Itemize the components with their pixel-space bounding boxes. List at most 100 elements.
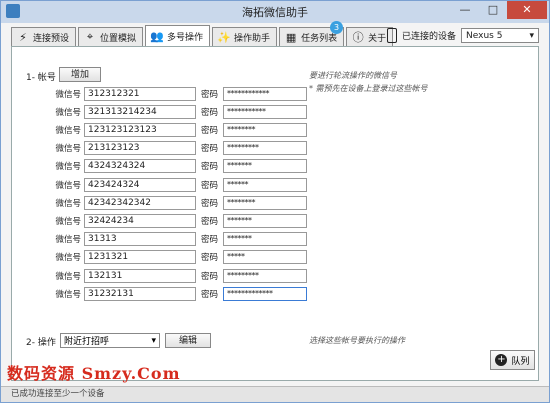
task-count-badge: 3 [330, 21, 344, 34]
password-label: 密码 [201, 89, 219, 100]
account-row: 微信号 123123123123 密码 ******** [55, 122, 307, 137]
operation-section-label: 2- 操作 [26, 338, 56, 348]
maximize-button[interactable]: □ [479, 1, 507, 19]
tab-bar: ⚡ 连接预设 ⌖ 位置模拟 👥 多号操作 ✨ 操作助手 ▦ 任务列表 3 ⓘ 关… [11, 21, 394, 47]
account-input[interactable]: 123123123123 [84, 122, 196, 137]
account-input[interactable]: 312312321 [84, 86, 196, 101]
account-input[interactable]: 213123123 [84, 141, 196, 156]
account-row: 微信号 213123123 密码 ********* [55, 141, 307, 156]
status-bar: 已成功连接至少一个设备 [1, 386, 549, 402]
password-input[interactable]: ********* [223, 141, 307, 156]
account-label: 微信号 [55, 253, 81, 264]
tab-task-list[interactable]: ▦ 任务列表 3 [279, 21, 345, 46]
account-row: 微信号 321313214234 密码 *********** [55, 104, 307, 119]
password-input[interactable]: ************ [223, 86, 307, 101]
password-input[interactable]: ********* [223, 268, 307, 283]
lightning-icon: ⚡ [19, 30, 27, 44]
account-label: 微信号 [55, 289, 81, 300]
accounts-login-hint: * 需预先在设备上登录过这些帐号 [309, 84, 428, 93]
multi-account-panel: 1- 帐号 增加 要进行轮流操作的微信号 * 需预先在设备上登录过这些帐号 微信… [11, 46, 539, 381]
account-input[interactable]: 1231321 [84, 250, 196, 265]
account-row: 微信号 423424324 密码 ****** [55, 177, 307, 192]
password-input[interactable]: ***** [223, 250, 307, 265]
chevron-down-icon: ▾ [529, 30, 534, 41]
account-input[interactable]: 423424324 [84, 177, 196, 192]
password-label: 密码 [201, 289, 219, 300]
tab-location-simulation[interactable]: ⌖ 位置模拟 [78, 27, 144, 46]
title-bar: 海拓微信助手 — □ ✕ [1, 1, 549, 23]
edit-operation-button[interactable]: 编辑 [165, 333, 211, 348]
account-row: 微信号 31232131 密码 ************* [55, 286, 307, 301]
accounts-hint: 要进行轮流操作的微信号 [309, 71, 397, 80]
account-input[interactable]: 32424234 [84, 213, 196, 228]
tab-multi-account[interactable]: 👥 多号操作 [145, 25, 211, 46]
device-selector-area: 已连接的设备 Nexus 5 ▾ [386, 28, 539, 43]
connected-device-label: 已连接的设备 [401, 32, 456, 42]
account-label: 微信号 [55, 107, 81, 118]
account-input[interactable]: 31313 [84, 232, 196, 247]
password-label: 密码 [201, 180, 219, 191]
password-label: 密码 [201, 235, 219, 246]
tab-operation-assistant[interactable]: ✨ 操作助手 [212, 27, 278, 46]
account-row: 微信号 1231321 密码 ***** [55, 250, 307, 265]
tab-connection-preset[interactable]: ⚡ 连接预设 [11, 27, 77, 46]
password-label: 密码 [201, 144, 219, 155]
account-input[interactable]: 31232131 [84, 286, 196, 301]
account-row: 微信号 32424234 密码 ******* [55, 213, 307, 228]
account-row: 微信号 132131 密码 ********* [55, 268, 307, 283]
add-account-button[interactable]: 增加 [59, 67, 101, 82]
account-row: 微信号 312312321 密码 ************ [55, 86, 307, 101]
watermark: 数码资源 Smzy.Com [7, 364, 181, 383]
account-label: 微信号 [55, 180, 81, 191]
account-row: 微信号 31313 密码 ******* [55, 232, 307, 247]
account-label: 微信号 [55, 144, 81, 155]
password-input[interactable]: ******** [223, 195, 307, 210]
add-to-queue-button[interactable]: + 队列 [490, 350, 535, 370]
device-dropdown[interactable]: Nexus 5 ▾ [461, 28, 539, 43]
account-row: 微信号 42342342342 密码 ******** [55, 195, 307, 210]
crosshair-icon: ⌖ [86, 30, 94, 43]
password-input[interactable]: ******** [223, 122, 307, 137]
account-input[interactable]: 4324324324 [84, 159, 196, 174]
password-label: 密码 [201, 107, 219, 118]
account-input[interactable]: 132131 [84, 268, 196, 283]
accounts-section-label: 1- 帐号 [26, 73, 56, 83]
operation-selected-value: 附近打招呼 [64, 337, 110, 347]
minimize-button[interactable]: — [451, 1, 479, 19]
account-label: 微信号 [55, 162, 81, 173]
password-input[interactable]: ******* [223, 159, 307, 174]
account-label: 微信号 [55, 198, 81, 209]
account-label: 微信号 [55, 235, 81, 246]
operation-hint: 选择这些帐号要执行的操作 [309, 336, 405, 345]
password-label: 密码 [201, 216, 219, 227]
users-icon: 👥 [150, 29, 164, 43]
device-selected-value: Nexus 5 [466, 30, 503, 41]
account-label: 微信号 [55, 125, 81, 136]
operation-dropdown[interactable]: 附近打招呼 ▾ [60, 333, 160, 348]
account-label: 微信号 [55, 89, 81, 100]
account-row: 微信号 4324324324 密码 ******* [55, 159, 307, 174]
table-icon: ▦ [285, 30, 297, 44]
account-label: 微信号 [55, 216, 81, 227]
account-input[interactable]: 321313214234 [84, 104, 196, 119]
password-input[interactable]: ************* [223, 286, 307, 301]
account-label: 微信号 [55, 271, 81, 282]
queue-button-label: 队列 [511, 356, 530, 367]
app-window: 海拓微信助手 — □ ✕ ⚡ 连接预设 ⌖ 位置模拟 👥 多号操作 ✨ 操作助手… [0, 0, 550, 403]
chevron-down-icon: ▾ [151, 335, 156, 346]
password-label: 密码 [201, 198, 219, 209]
password-input[interactable]: *********** [223, 104, 307, 119]
password-input[interactable]: ****** [223, 177, 307, 192]
magic-wand-icon: ✨ [217, 30, 231, 44]
info-icon: ⓘ [352, 31, 364, 44]
plus-circle-icon: + [495, 354, 508, 366]
password-label: 密码 [201, 162, 219, 173]
password-label: 密码 [201, 271, 219, 282]
account-input[interactable]: 42342342342 [84, 195, 196, 210]
password-label: 密码 [201, 125, 219, 136]
password-input[interactable]: ******* [223, 213, 307, 228]
close-button[interactable]: ✕ [507, 1, 547, 19]
password-input[interactable]: ******* [223, 232, 307, 247]
phone-icon [386, 28, 397, 43]
password-label: 密码 [201, 253, 219, 264]
